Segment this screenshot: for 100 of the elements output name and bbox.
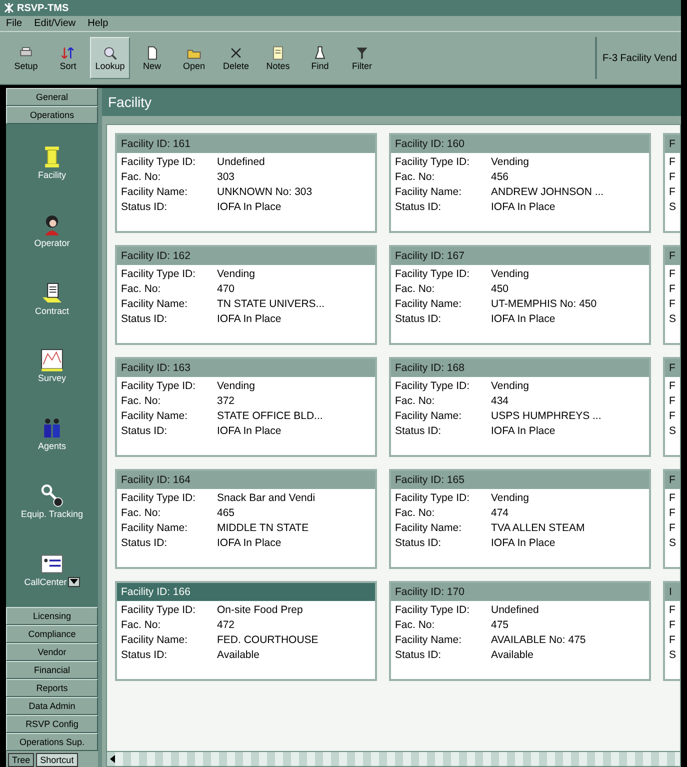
sidebar-group-button[interactable]: Data Admin — [6, 697, 98, 715]
sidebar-tab[interactable]: Shortcut — [36, 753, 78, 767]
sidebar-item[interactable]: Operator — [34, 212, 70, 248]
field-value: IOFA In Place — [217, 424, 282, 439]
card-title: F — [665, 247, 680, 265]
field-label: F — [669, 633, 676, 648]
facility-card[interactable]: Facility ID: 165 Facility Type ID: Vending Fac. No: 474 Facility Name: TVA ALLEN STEAM Status ID: IOFA In Place — [389, 469, 651, 569]
field-label: Facility Name: — [121, 409, 189, 424]
field-value: IOFA In Place — [217, 312, 282, 327]
field-label: Facility Type ID: — [121, 379, 196, 394]
field-value: Vending — [217, 267, 255, 282]
facility-card[interactable]: F F F F S — [663, 133, 680, 233]
facility-card[interactable]: F F F F S — [663, 357, 680, 457]
sidebar-group-button[interactable]: Operations Sup. — [6, 733, 98, 751]
menu-item[interactable]: Help — [88, 18, 108, 29]
facility-card[interactable]: Facility ID: 164 Facility Type ID: Snack Bar and Vendi Fac. No: 465 Facility Name: MIDDLE TN STATE Status ID: IOFA In Place — [115, 469, 377, 569]
toolbar-button[interactable]: Sort — [48, 37, 88, 79]
facility-card[interactable]: F F F F S — [663, 245, 680, 345]
window-title: RSVP-TMS — [17, 2, 69, 14]
sidebar-item[interactable]: CallCenter — [24, 550, 80, 587]
facility-card[interactable]: Facility ID: 161 Facility Type ID: Undefined Fac. No: 303 Facility Name: UNKNOWN No: 303 Status ID: IOFA In Place — [115, 133, 377, 233]
card-title: Facility ID: 166 — [117, 583, 375, 601]
toolbar-button[interactable]: Find — [300, 37, 340, 79]
field-value: 303 — [217, 170, 235, 185]
sidebar-item[interactable]: Agents — [38, 415, 66, 452]
card-title: Facility ID: 163 — [117, 359, 375, 377]
facility-card[interactable]: Facility ID: 168 Facility Type ID: Vending Fac. No: 434 Facility Name: USPS HUMPHREYS ... Status ID: IOFA In Place — [389, 357, 651, 457]
sidebar-item[interactable]: Survey — [38, 347, 66, 384]
field-label: Fac. No: — [121, 506, 162, 521]
field-label: Facility Name: — [395, 633, 463, 648]
toolbar-button[interactable]: New — [132, 37, 172, 79]
field-value: 475 — [491, 618, 509, 633]
sidebar-group-button[interactable]: Financial — [6, 661, 98, 679]
sidebar-group-button[interactable]: Licensing — [6, 607, 98, 625]
field-label: Facility Type ID: — [121, 603, 196, 618]
field-value: 450 — [491, 282, 509, 297]
card-title: Facility ID: 167 — [391, 247, 649, 265]
status-text: F-3 Facility Vend — [602, 52, 678, 64]
menu-item[interactable]: File — [6, 18, 22, 29]
field-label: Status ID: — [395, 536, 442, 551]
card-title: Facility ID: 161 — [117, 135, 375, 153]
sidebar-tab[interactable]: Tree — [8, 753, 34, 767]
field-value: IOFA In Place — [491, 536, 556, 551]
sidebar-group-button[interactable]: Compliance — [6, 625, 98, 643]
field-value: Vending — [491, 267, 529, 282]
field-label: Fac. No: — [395, 506, 436, 521]
sidebar-group-button[interactable]: Reports — [6, 679, 98, 697]
sidebar-item[interactable]: Equip. Tracking — [20, 483, 84, 520]
field-label: Facility Name: — [395, 409, 463, 424]
facility-card[interactable]: Facility ID: 163 Facility Type ID: Vending Fac. No: 372 Facility Name: STATE OFFICE BLD... Status ID: IOFA In Place — [115, 357, 377, 457]
field-value: IOFA In Place — [217, 200, 282, 215]
facility-card[interactable]: I F F F S — [663, 581, 680, 681]
facility-card[interactable]: Facility ID: 162 Facility Type ID: Vending Fac. No: 470 Facility Name: TN STATE UNIVERS... Status ID: IOFA In Place — [115, 245, 377, 345]
sidebar-item[interactable]: Contract — [34, 280, 69, 316]
facility-card[interactable]: Facility ID: 167 Facility Type ID: Vending Fac. No: 450 Facility Name: UT-MEMPHIS No: 450 Status ID: IOFA In Place — [389, 245, 651, 345]
facility-card[interactable]: Facility ID: 166 Facility Type ID: On-site Food Prep Fac. No: 472 Facility Name: FED. COURTHOUSE Status ID: Available — [115, 581, 377, 681]
field-value: Undefined — [491, 603, 539, 618]
field-value: IOFA In Place — [491, 424, 556, 439]
facility-card[interactable]: Facility ID: 170 Facility Type ID: Undefined Fac. No: 475 Facility Name: AVAILABLE No: 475 Status ID: Available — [389, 581, 651, 681]
field-label: Facility Type ID: — [395, 491, 470, 506]
field-label: F — [669, 267, 676, 282]
field-label: Status ID: — [121, 536, 168, 551]
field-value: TVA ALLEN STEAM — [491, 521, 585, 536]
toolbar-button[interactable]: Lookup — [90, 37, 130, 79]
sidebar-label: Contract — [34, 306, 69, 316]
field-value: 434 — [491, 394, 509, 409]
facility-card[interactable]: Facility ID: 160 Facility Type ID: Vending Fac. No: 456 Facility Name: ANDREW JOHNSON ... Status ID: IOFA In Place — [389, 133, 651, 233]
field-label: Status ID: — [395, 200, 442, 215]
sidebar-label: Operator — [34, 238, 70, 248]
field-value: 456 — [491, 170, 509, 185]
menu-item[interactable]: Edit/View — [34, 18, 76, 29]
field-label: Fac. No: — [121, 282, 162, 297]
field-label: Facility Type ID: — [395, 379, 470, 394]
toolbar-button[interactable]: Open — [174, 37, 214, 79]
field-value: IOFA In Place — [217, 536, 282, 551]
sidebar-group-button[interactable]: General — [6, 88, 98, 106]
field-value: ANDREW JOHNSON ... — [491, 185, 604, 200]
toolbar-button[interactable]: Setup — [6, 37, 46, 79]
toolbar-button[interactable]: Notes — [258, 37, 298, 79]
field-value: 372 — [217, 394, 235, 409]
field-label: Fac. No: — [121, 618, 162, 633]
field-label: Facility Type ID: — [395, 267, 470, 282]
field-label: S — [669, 648, 678, 663]
toolbar-button[interactable]: Filter — [342, 37, 382, 79]
sidebar-group-button[interactable]: Vendor — [6, 643, 98, 661]
sidebar-group-button[interactable]: Operations — [6, 106, 98, 124]
sidebar-item[interactable]: Facility — [38, 144, 66, 180]
field-label: Fac. No: — [121, 394, 162, 409]
field-label: Fac. No: — [395, 394, 436, 409]
facility-card[interactable]: F F F F S — [663, 469, 680, 569]
field-label: Status ID: — [121, 648, 168, 663]
field-value: Snack Bar and Vendi — [217, 491, 316, 506]
sidebar-label: Agents — [38, 441, 66, 452]
sidebar-label: Facility — [38, 170, 66, 180]
sidebar-group-button[interactable]: RSVP Config — [6, 715, 98, 733]
field-value: IOFA In Place — [491, 200, 556, 215]
field-label: Facility Name: — [395, 297, 463, 312]
field-value: IOFA In Place — [491, 312, 556, 327]
toolbar-button[interactable]: Delete — [216, 37, 256, 79]
field-label: Status ID: — [121, 200, 168, 215]
